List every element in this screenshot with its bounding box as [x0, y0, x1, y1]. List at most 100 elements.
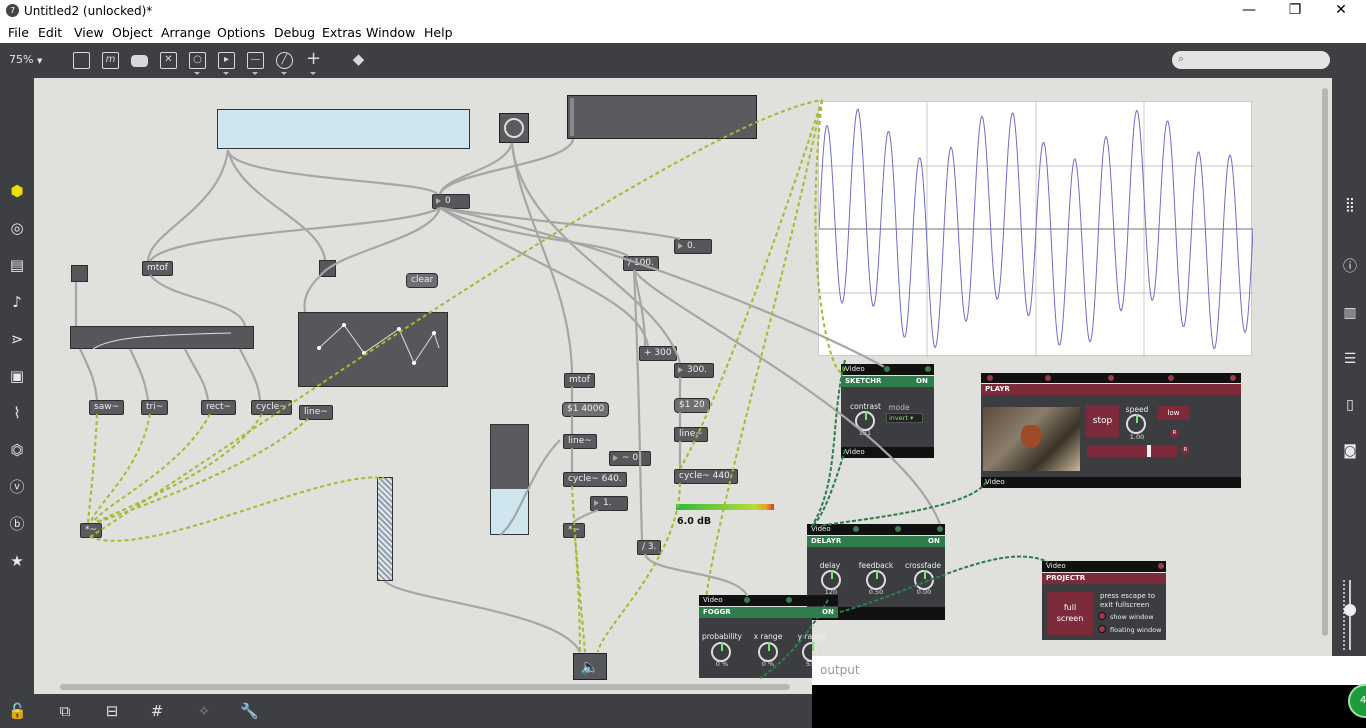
dial-menu-icon[interactable] [281, 72, 287, 75]
playr-position-slider[interactable] [1087, 445, 1177, 457]
book-icon[interactable]: ▥ [1341, 304, 1359, 322]
image-icon[interactable]: ▣ [8, 367, 26, 385]
playr-inlet-2[interactable] [1044, 374, 1052, 382]
output-header[interactable]: output [812, 656, 1366, 685]
playr-low-button[interactable]: low [1158, 406, 1189, 420]
toggle-menu-icon[interactable] [194, 72, 200, 75]
playr-r-button-a[interactable]: R [1170, 429, 1179, 438]
plus-300-object[interactable]: + 300 [639, 346, 677, 361]
cube-icon[interactable]: ⬢ [8, 182, 26, 200]
delayr-inlet-2[interactable] [894, 525, 902, 533]
slider-menu-icon[interactable] [252, 72, 258, 75]
delayr-feedback-knob[interactable] [866, 570, 886, 590]
search-input[interactable]: ⌕ [1172, 51, 1330, 69]
presentation-icon[interactable] [73, 52, 90, 69]
delayr-delay-knob[interactable] [821, 570, 841, 590]
maximize-button[interactable]: ❐ [1272, 2, 1318, 20]
foggr-on-toggle[interactable]: ON [822, 607, 834, 618]
foggr-inlet-2[interactable] [785, 596, 793, 604]
gain-slider[interactable] [377, 477, 393, 581]
vertical-scrollbar[interactable] [1322, 88, 1328, 636]
wrench-icon[interactable]: 🔧 [240, 702, 259, 720]
toggle-b[interactable] [319, 260, 336, 277]
menu-file[interactable]: File [8, 25, 29, 40]
camera-icon[interactable]: ◙ [1341, 442, 1359, 460]
sketchr-mode-menu[interactable]: invert ▾ [886, 413, 923, 423]
plug-icon[interactable]: ⏣ [8, 441, 26, 459]
presentation-mode-icon[interactable]: ⊟ [103, 702, 121, 720]
film-icon[interactable]: ▤ [8, 256, 26, 274]
delayr-inlet-3[interactable] [936, 525, 944, 533]
number-b[interactable]: 0. [674, 239, 712, 254]
vizzie-icon[interactable]: ⓥ [8, 478, 26, 496]
saw-object[interactable]: saw~ [89, 400, 125, 415]
number-top[interactable]: 0 [432, 194, 470, 209]
close-button[interactable]: ✕ [1318, 2, 1364, 20]
menu-object[interactable]: Object [112, 25, 153, 40]
button-object-icon[interactable]: ✕ [160, 52, 177, 69]
mtof-object-a[interactable]: mtof [142, 261, 173, 276]
message-box-icon[interactable]: m [102, 52, 119, 69]
menu-debug[interactable]: Debug [274, 25, 315, 40]
playr-inlet-4[interactable] [1167, 374, 1175, 382]
delayr-on-toggle[interactable]: ON [928, 536, 940, 547]
divide-3-object[interactable]: / 3. [637, 540, 662, 555]
zoom-selector[interactable]: 75% ▼ [9, 53, 42, 66]
msg-4000[interactable]: $1 4000 [562, 402, 610, 417]
grid-dots-icon[interactable]: ⣿ [1341, 196, 1359, 214]
paperclip-icon[interactable]: ⌇ [8, 404, 26, 422]
cycle-440-object[interactable]: cycle~ 440. [674, 469, 738, 484]
cycle-640-object[interactable]: cycle~ 640. [563, 472, 627, 487]
delayr-inlet-1[interactable] [852, 525, 860, 533]
projectr-inlet[interactable] [1157, 562, 1165, 570]
menu-extras[interactable]: Extras [322, 25, 362, 40]
number-300[interactable]: 300. [674, 363, 714, 378]
playr-speed-knob[interactable] [1126, 414, 1146, 434]
number-menu-icon[interactable] [223, 72, 229, 75]
signal-number-box[interactable]: ~ 0. [609, 451, 651, 466]
dial-object[interactable] [499, 113, 529, 143]
windows-icon[interactable]: ⧉ [56, 702, 74, 720]
menu-arrange[interactable]: Arrange [161, 25, 211, 40]
function-breakpoint-editor[interactable] [298, 312, 448, 387]
menu-help[interactable]: Help [424, 25, 453, 40]
snap-icon[interactable]: ✧ [195, 702, 213, 720]
sketchr-inlet[interactable] [883, 365, 891, 373]
beap-icon[interactable]: ⓑ [8, 515, 26, 533]
speaker-icon[interactable]: 🔈 [573, 653, 607, 680]
hslider-object[interactable] [567, 95, 757, 139]
divide-100-object[interactable]: / 100. [623, 256, 659, 271]
info-icon[interactable]: ⓘ [1341, 258, 1359, 276]
playr-inlet-3[interactable] [1107, 374, 1115, 382]
sketchr-on-toggle[interactable]: ON [916, 376, 928, 387]
lock-icon[interactable]: 🔓 [8, 702, 27, 720]
kslider-keyboard[interactable] [217, 109, 470, 149]
music-note-icon[interactable]: ♪ [8, 293, 26, 311]
toggle-a[interactable] [71, 265, 88, 282]
menu-edit[interactable]: Edit [38, 25, 62, 40]
star-icon[interactable]: ★ [8, 552, 26, 570]
multiply-object-a[interactable]: *~ [80, 523, 103, 538]
delayr-crossfade-knob[interactable] [914, 570, 934, 590]
number-box-icon[interactable]: ▸ [218, 52, 235, 69]
level-slider[interactable] [490, 424, 529, 535]
projectr-show-window-toggle[interactable] [1098, 612, 1106, 620]
projectr-floating-window-toggle[interactable] [1098, 625, 1106, 633]
bracket-icon[interactable]: ⋗ [8, 330, 26, 348]
cycle-object[interactable]: cycle~ [251, 400, 292, 415]
line-object-c[interactable]: line~ [299, 405, 333, 420]
list-icon[interactable]: ☰ [1341, 350, 1359, 368]
playr-r-button-b[interactable]: R [1181, 446, 1190, 455]
toggle-icon[interactable]: ○ [189, 52, 206, 69]
minimize-button[interactable]: — [1226, 2, 1272, 20]
foggr-inlet-1[interactable] [743, 596, 751, 604]
target-icon[interactable]: ◎ [8, 219, 26, 237]
envelope-multislider[interactable] [70, 326, 254, 350]
menu-window[interactable]: Window [366, 25, 415, 40]
sketchr-inlet-b[interactable] [924, 365, 932, 373]
playr-inlet-1[interactable] [986, 374, 994, 382]
clear-message[interactable]: clear [406, 273, 439, 288]
comment-icon[interactable] [131, 55, 148, 67]
mtof-object-b[interactable]: mtof [564, 373, 595, 388]
foggr-probability-knob[interactable] [711, 642, 731, 662]
